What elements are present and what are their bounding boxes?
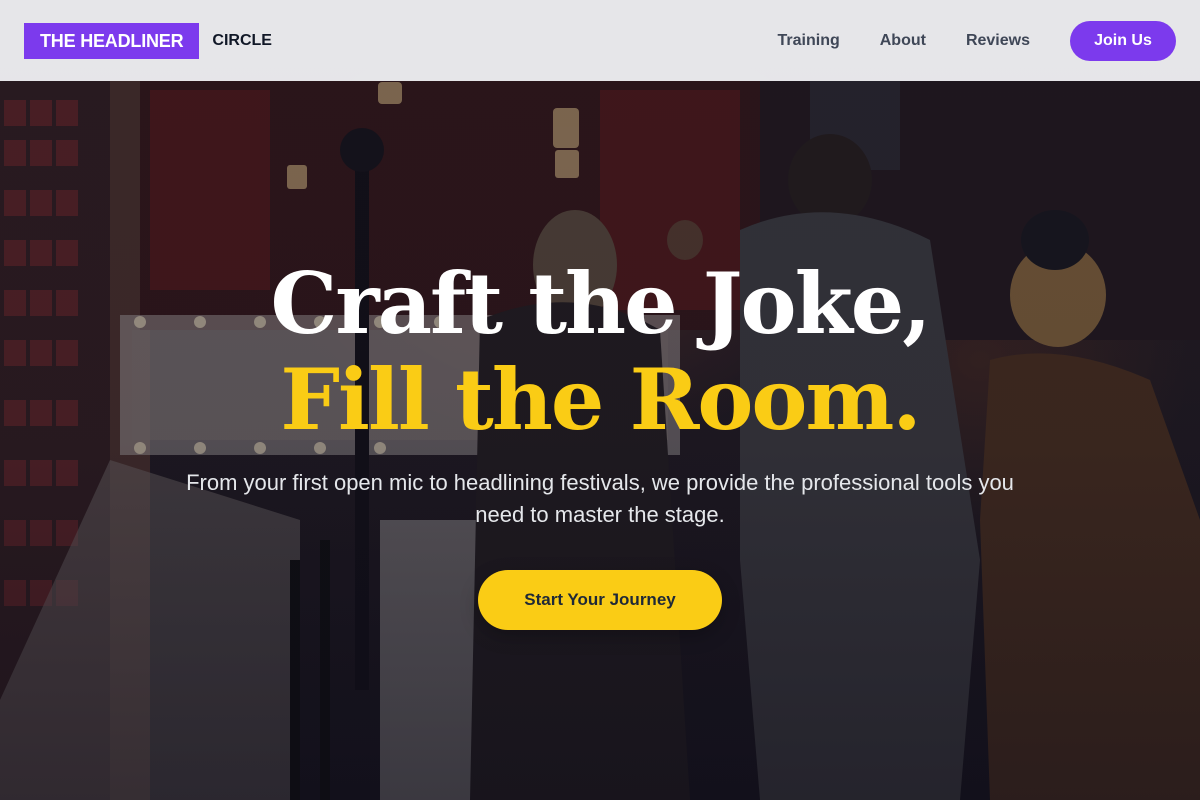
hero-subtext: From your first open mic to headlining f… bbox=[186, 470, 1014, 527]
nav-link-about[interactable]: About bbox=[880, 32, 926, 50]
brand-subtitle: CIRCLE bbox=[212, 31, 272, 49]
top-navbar: THE HEADLINER CIRCLE Training About Revi… bbox=[0, 0, 1200, 81]
hero-headline-line1: Craft the Joke, bbox=[270, 254, 932, 353]
nav-link-training[interactable]: Training bbox=[778, 32, 840, 50]
hero-section: Craft the Joke, Fill the Room. From your… bbox=[0, 0, 1200, 800]
start-journey-button[interactable]: Start Your Journey bbox=[478, 570, 722, 630]
join-us-button[interactable]: Join Us bbox=[1070, 20, 1176, 61]
nav-links: Training About Reviews Join Us bbox=[778, 20, 1176, 61]
brand-name: THE HEADLINER bbox=[24, 22, 200, 59]
hero-headline-line2: Fill the Room. bbox=[280, 350, 921, 449]
nav-link-reviews[interactable]: Reviews bbox=[966, 32, 1030, 50]
brand-logo[interactable]: THE HEADLINER CIRCLE bbox=[24, 22, 272, 59]
